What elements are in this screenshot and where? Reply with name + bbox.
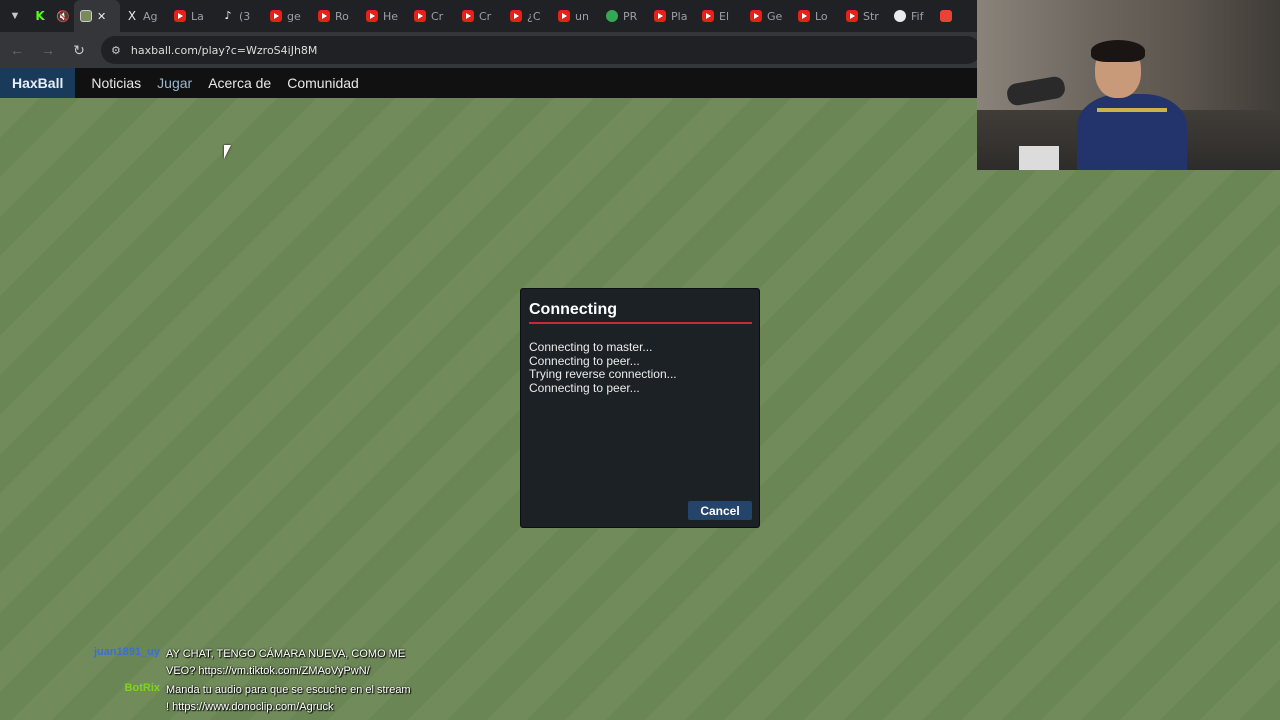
youtube-icon — [558, 10, 570, 22]
chevron-down-icon: ▼ — [9, 10, 21, 22]
tab-tiktok[interactable]: ♪ (3 — [216, 0, 264, 32]
tab-label: Cr — [479, 9, 492, 23]
chat-text: AY CHAT, TENGO CÁMARA NUEVA, COMO ME VEO… — [166, 648, 406, 677]
mute-icon[interactable]: 🔇 — [56, 10, 70, 23]
green-circle-icon — [606, 10, 618, 22]
tab-youtube[interactable]: Cr — [408, 0, 456, 32]
cancel-button[interactable]: Cancel — [688, 501, 752, 520]
back-arrow-icon: ← — [10, 42, 24, 58]
tab-label: El — [719, 9, 730, 23]
log-line: Connecting to master... — [529, 340, 653, 354]
tab-search-button[interactable]: ▼ — [0, 0, 30, 32]
tab-youtube[interactable]: Ge — [744, 0, 792, 32]
youtube-icon — [750, 10, 762, 22]
youtube-icon — [846, 10, 858, 22]
nav-jugar[interactable]: Jugar — [157, 75, 192, 91]
brand-link[interactable]: HaxBall — [0, 68, 76, 98]
tab-youtube[interactable]: un — [552, 0, 600, 32]
tab-label: ¿C — [527, 9, 541, 23]
tab-haxball[interactable]: ✕ — [74, 0, 120, 32]
mouse-cursor-icon — [224, 145, 235, 159]
circle-icon — [894, 10, 906, 22]
gmail-icon — [940, 10, 952, 22]
forward-button[interactable]: → — [34, 36, 62, 64]
nav-comunidad[interactable]: Comunidad — [287, 75, 359, 91]
tab-youtube[interactable]: Ro — [312, 0, 360, 32]
tab-youtube[interactable]: ge — [264, 0, 312, 32]
youtube-icon — [174, 10, 186, 22]
tab-kick[interactable]: K — [30, 0, 52, 32]
shirt-stripe — [1097, 108, 1167, 112]
chat-message: juan1891_uy AY CHAT, TENGO CÁMARA NUEVA,… — [0, 646, 420, 682]
haxball-icon — [80, 10, 92, 22]
tab-youtube[interactable]: Lo — [792, 0, 840, 32]
url-text[interactable]: haxball.com/play?c=WzroS4iJh8M — [131, 44, 318, 57]
log-line: Connecting to peer... — [529, 353, 640, 368]
tab-label: ge — [287, 9, 301, 23]
tab-label: Lo — [815, 9, 828, 23]
tab-label: Str — [863, 9, 879, 23]
tab-label: Cr — [431, 9, 444, 23]
tab-youtube[interactable]: La — [168, 0, 216, 32]
tab-label: Ag — [143, 9, 158, 23]
tab-label: Pla — [671, 9, 688, 23]
connecting-dialog: Connecting Connecting to master... Conne… — [520, 288, 760, 528]
reload-button[interactable]: ↻ — [65, 36, 93, 64]
youtube-icon — [318, 10, 330, 22]
youtube-icon — [462, 10, 474, 22]
close-icon[interactable]: ✕ — [97, 10, 106, 23]
tab-youtube[interactable]: He — [360, 0, 408, 32]
tiktok-icon: ♪ — [224, 9, 232, 22]
nav-noticias[interactable]: Noticias — [91, 75, 141, 91]
youtube-icon — [414, 10, 426, 22]
tab-youtube[interactable]: El — [696, 0, 744, 32]
youtube-icon — [702, 10, 714, 22]
youtube-icon — [366, 10, 378, 22]
streamer-hair — [1091, 40, 1145, 62]
tab-label: Ge — [767, 9, 783, 23]
connection-log: Connecting to master... Connecting to pe… — [529, 340, 677, 395]
tab-label: un — [575, 9, 589, 23]
webcam-overlay — [977, 0, 1280, 170]
youtube-icon — [510, 10, 522, 22]
tab-x[interactable]: X Ag — [120, 0, 168, 32]
x-icon: X — [127, 9, 137, 23]
tab-label: (3 — [239, 9, 251, 23]
youtube-icon — [798, 10, 810, 22]
tab-label: Fif — [911, 9, 924, 23]
dialog-title: Connecting — [529, 301, 617, 318]
tab-youtube[interactable]: ¿C — [504, 0, 552, 32]
stream-chat: juan1891_uy AY CHAT, TENGO CÁMARA NUEVA,… — [0, 646, 420, 718]
forward-arrow-icon: → — [41, 42, 55, 58]
tab-label: Ro — [335, 9, 349, 23]
youtube-icon — [270, 10, 282, 22]
nav-acerca-de[interactable]: Acerca de — [208, 75, 271, 91]
site-settings-icon[interactable]: ⚙ — [111, 44, 121, 57]
tab-youtube[interactable]: Pla — [648, 0, 696, 32]
chat-text: Manda tu audio para que se escuche en el… — [166, 684, 411, 713]
kick-icon: K — [35, 9, 45, 23]
address-bar[interactable]: ⚙ haxball.com/play?c=WzroS4iJh8M — [101, 36, 981, 64]
reload-icon: ↻ — [73, 41, 85, 58]
back-button[interactable]: ← — [3, 36, 31, 64]
tab-label: He — [383, 9, 399, 23]
title-divider — [529, 322, 752, 324]
tab-youtube[interactable]: Cr — [456, 0, 504, 32]
streamer-shirt — [1077, 94, 1187, 170]
tab-gmail[interactable] — [936, 0, 958, 32]
youtube-icon — [654, 10, 666, 22]
log-line: Connecting to peer... — [529, 380, 640, 395]
chat-username: juan1891_uy — [93, 646, 160, 658]
tab-muted[interactable]: 🔇 — [52, 0, 74, 32]
log-line: Trying reverse connection... — [529, 367, 677, 382]
chat-message: BotRix Manda tu audio para que se escuch… — [0, 682, 420, 718]
tab-fifa[interactable]: Fif — [888, 0, 936, 32]
monitor-glow — [1019, 146, 1059, 170]
streamer — [1077, 38, 1197, 170]
chat-username: BotRix — [124, 682, 160, 694]
tab-pr[interactable]: PR — [600, 0, 648, 32]
tab-youtube[interactable]: Str — [840, 0, 888, 32]
tab-label: La — [191, 9, 204, 23]
tab-label: PR — [623, 9, 638, 23]
